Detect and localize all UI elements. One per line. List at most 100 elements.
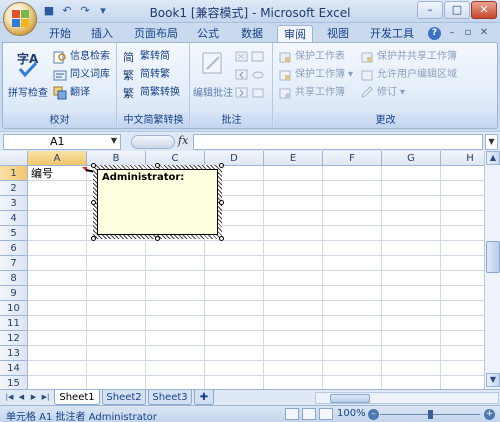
tab-data[interactable]: 数据: [236, 25, 268, 43]
sheet-tab-sheet2[interactable]: Sheet2: [102, 390, 146, 405]
row-header-9[interactable]: 9: [0, 286, 28, 301]
row-header-11[interactable]: 11: [0, 316, 28, 331]
comment-option-button[interactable]: [251, 85, 265, 101]
row-header-1[interactable]: 1: [0, 166, 28, 181]
resize-handle-se[interactable]: [219, 236, 224, 241]
delete-comment-button[interactable]: [235, 49, 249, 65]
resize-handle-s[interactable]: [155, 236, 160, 241]
zoom-out-icon[interactable]: –: [368, 409, 379, 420]
worksheet-grid[interactable]: ABCDEFGH 1 2 3 4 5 6 7 8 9 10 11 12 13 14 15 编号 Admini…: [0, 151, 484, 389]
ribbon-restore-icon[interactable]: ▫: [462, 27, 474, 39]
allow-edit-ranges-button[interactable]: 允许用户编辑区域: [360, 67, 457, 83]
prev-sheet-icon[interactable]: ◀: [16, 392, 27, 403]
resize-handle-n[interactable]: [155, 163, 160, 168]
ribbon-minimize-icon[interactable]: –: [446, 27, 458, 39]
resize-handle-e[interactable]: [219, 200, 224, 205]
spell-check-button[interactable]: 字A 拼写检查: [6, 49, 50, 99]
translate-button[interactable]: 翻译: [53, 85, 90, 101]
row-header-7[interactable]: 7: [0, 256, 28, 271]
column-header-g[interactable]: G: [382, 151, 441, 166]
tab-page-layout[interactable]: 页面布局: [130, 25, 182, 43]
edit-comment-button[interactable]: 编辑批注: [193, 49, 233, 99]
office-button[interactable]: [3, 2, 37, 36]
thesaurus-button[interactable]: 同义词库: [53, 67, 110, 83]
column-header-h[interactable]: H: [441, 151, 484, 166]
page-break-view-icon[interactable]: [319, 408, 333, 420]
select-all-corner[interactable]: [0, 151, 28, 166]
show-ink-button[interactable]: [251, 67, 265, 83]
column-header-a[interactable]: A: [28, 151, 87, 166]
name-box[interactable]: A1: [3, 134, 121, 150]
horizontal-scroll-thumb[interactable]: [330, 394, 370, 403]
cell-a1[interactable]: 编号: [29, 167, 86, 181]
resize-handle-w[interactable]: [91, 200, 96, 205]
row-header-8[interactable]: 8: [0, 271, 28, 286]
tab-formulas[interactable]: 公式: [192, 25, 224, 43]
row-header-6[interactable]: 6: [0, 241, 28, 256]
expand-formula-bar-icon[interactable]: ▼: [485, 134, 498, 150]
ribbon-close-icon[interactable]: ✕: [478, 27, 490, 39]
tab-home[interactable]: 开始: [44, 25, 76, 43]
simp-to-trad-button[interactable]: 繁 简转繁: [123, 67, 170, 83]
row-header-2[interactable]: 2: [0, 181, 28, 196]
research-button[interactable]: 信息检索: [53, 49, 110, 65]
row-header-4[interactable]: 4: [0, 211, 28, 226]
sheet-tab-sheet3[interactable]: Sheet3: [148, 390, 192, 405]
comment-box[interactable]: Administrator:: [97, 169, 218, 235]
horizontal-scrollbar[interactable]: [315, 392, 499, 404]
previous-comment-button[interactable]: [235, 67, 249, 83]
minimize-button[interactable]: –: [417, 1, 443, 19]
vertical-scrollbar[interactable]: ▲ ▼: [484, 151, 500, 389]
row-header-13[interactable]: 13: [0, 346, 28, 361]
help-icon[interactable]: ?: [428, 27, 441, 40]
column-header-f[interactable]: F: [323, 151, 382, 166]
zoom-slider-thumb[interactable]: [428, 410, 433, 419]
next-sheet-icon[interactable]: ▶: [28, 392, 39, 403]
thesaurus-label: 同义词库: [70, 69, 110, 80]
row-header-12[interactable]: 12: [0, 331, 28, 346]
last-sheet-icon[interactable]: ▶|: [40, 392, 51, 403]
insert-function-icon[interactable]: fx: [178, 134, 188, 147]
allow-edit-ranges-label: 允许用户编辑区域: [377, 69, 457, 80]
normal-view-icon[interactable]: [285, 408, 299, 420]
protect-and-share-button[interactable]: 保护并共享工作簿: [360, 49, 457, 65]
tab-review[interactable]: 审阅: [277, 25, 313, 43]
resize-handle-sw[interactable]: [91, 236, 96, 241]
tab-insert[interactable]: 插入: [86, 25, 118, 43]
show-all-comments-button[interactable]: [251, 49, 265, 65]
page-layout-view-icon[interactable]: [302, 408, 316, 420]
row-header-3[interactable]: 3: [0, 196, 28, 211]
scroll-down-icon[interactable]: ▼: [486, 373, 500, 387]
chinese-conversion-button[interactable]: 繁 简繁转换: [123, 85, 180, 101]
track-changes-button[interactable]: 修订 ▾: [360, 85, 405, 101]
tab-developer[interactable]: 开发工具: [366, 25, 418, 43]
zoom-in-icon[interactable]: +: [484, 409, 495, 420]
close-button[interactable]: ✕: [471, 1, 497, 19]
share-workbook-button[interactable]: 共享工作簿: [278, 85, 345, 101]
insert-sheet-icon[interactable]: ✚: [194, 390, 214, 405]
name-box-dropdown-icon[interactable]: ▼: [108, 134, 120, 148]
row-header-5[interactable]: 5: [0, 226, 28, 241]
resize-handle-nw[interactable]: [91, 163, 96, 168]
row-header-15[interactable]: 15: [0, 376, 28, 389]
group-label-comments: 批注: [191, 113, 272, 128]
protect-workbook-button[interactable]: 保护工作簿 ▾: [278, 67, 353, 83]
next-comment-button[interactable]: [235, 85, 249, 101]
scroll-up-icon[interactable]: ▲: [486, 151, 500, 165]
column-header-e[interactable]: E: [264, 151, 323, 166]
first-sheet-icon[interactable]: |◀: [4, 392, 15, 403]
translate-label: 翻译: [70, 87, 90, 98]
zoom-level[interactable]: 100%: [337, 408, 366, 419]
resize-handle-ne[interactable]: [219, 163, 224, 168]
maximize-button[interactable]: □: [444, 1, 470, 19]
protect-sheet-button[interactable]: 保护工作表: [278, 49, 345, 65]
column-header-d[interactable]: D: [205, 151, 264, 166]
sheet-tab-sheet1[interactable]: Sheet1: [54, 390, 100, 405]
group-proofing: 字A 拼写检查 信息检索 同义词库 翻译 校对: [3, 43, 117, 128]
vertical-scroll-thumb[interactable]: [486, 241, 500, 273]
trad-to-simp-button[interactable]: 简 繁转简: [123, 49, 170, 65]
tab-view[interactable]: 视图: [322, 25, 354, 43]
row-header-10[interactable]: 10: [0, 301, 28, 316]
formula-input[interactable]: [193, 134, 483, 150]
row-header-14[interactable]: 14: [0, 361, 28, 376]
